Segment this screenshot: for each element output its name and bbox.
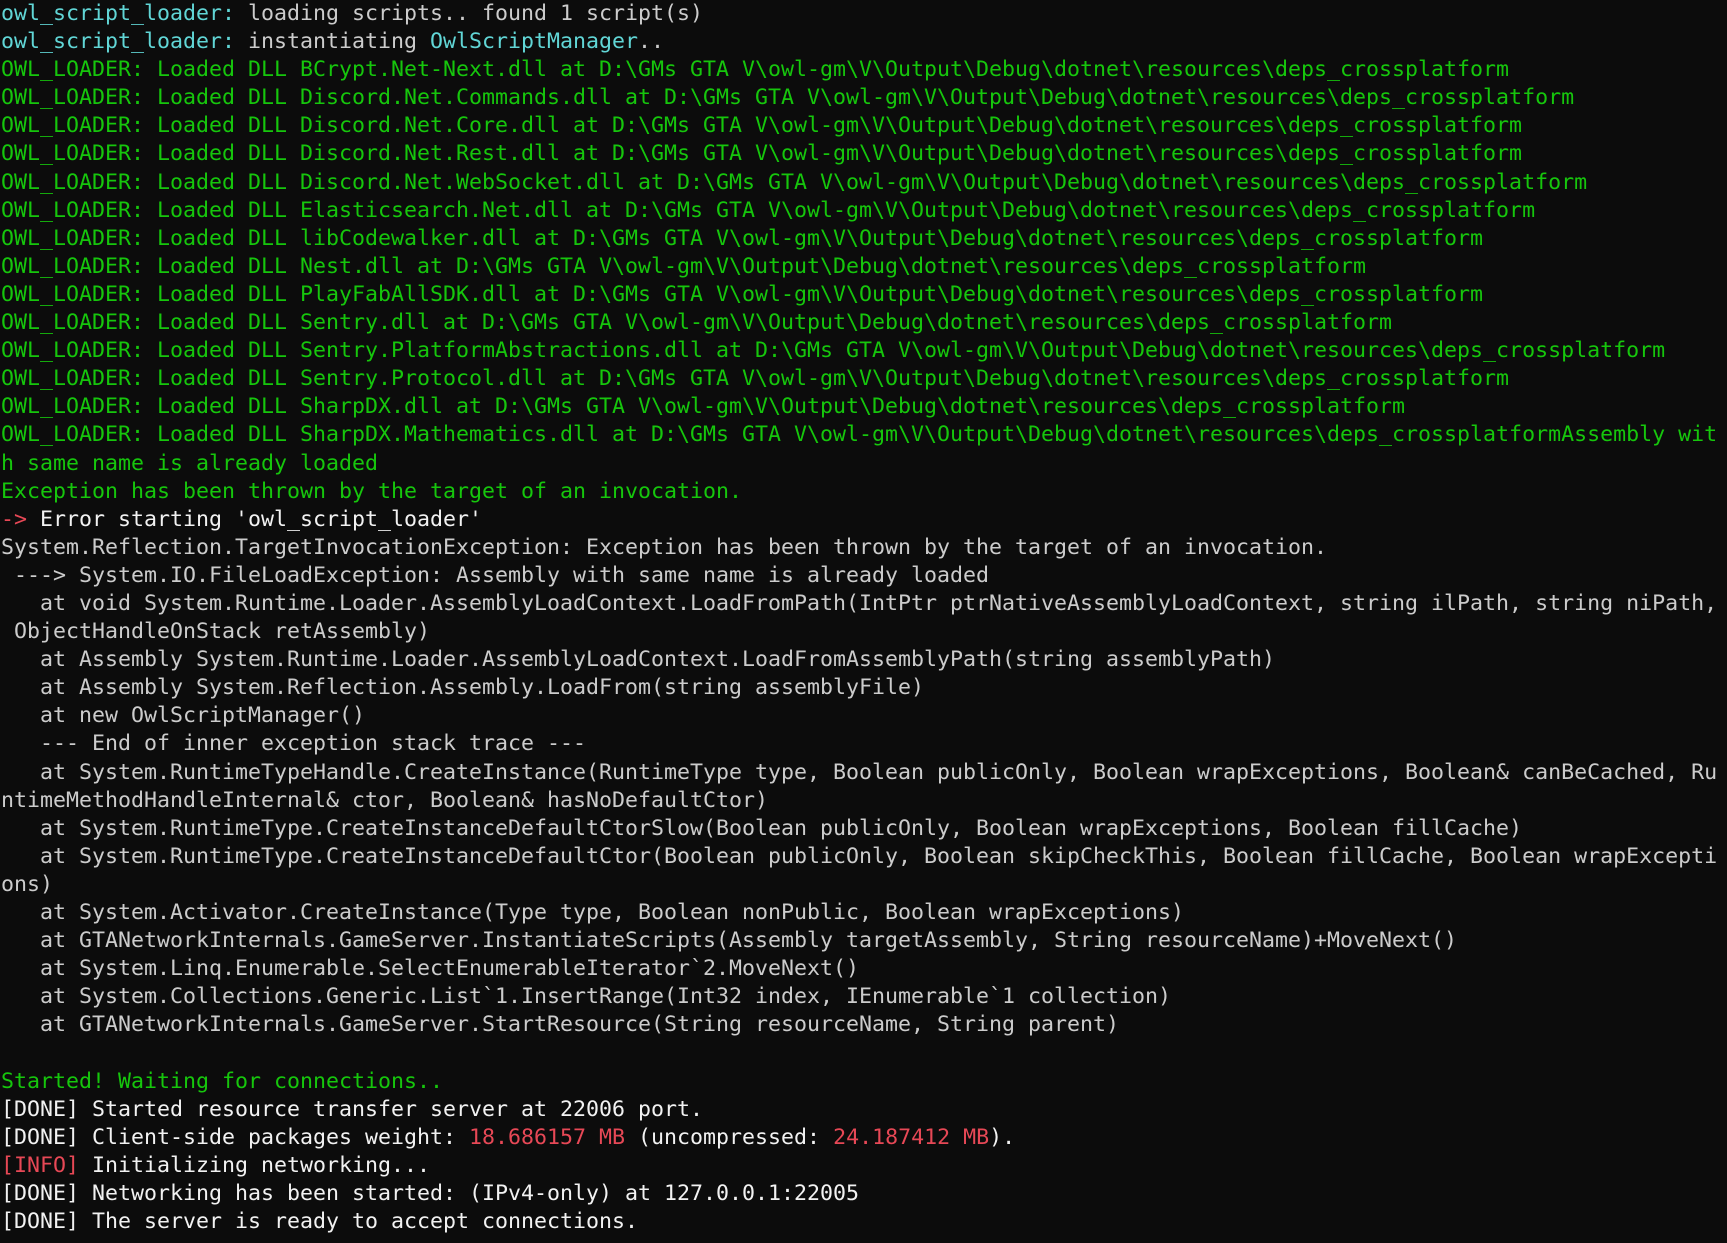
console-line: OWL_LOADER: Loaded DLL PlayFabAllSDK.dll…: [1, 281, 1727, 309]
console-text: at System.RuntimeType.CreateInstanceDefa…: [1, 815, 1523, 841]
console-line: Exception has been thrown by the target …: [1, 478, 1727, 506]
console-text: OWL_LOADER: Loaded DLL Discord.Net.WebSo…: [1, 169, 1588, 195]
console-line: at System.Activator.CreateInstance(Type …: [1, 899, 1727, 927]
console-line: OWL_LOADER: Loaded DLL BCrypt.Net-Next.d…: [1, 56, 1727, 84]
console-text: at System.RuntimeType.CreateInstanceDefa…: [1, 843, 1718, 869]
console-text: at Assembly System.Runtime.Loader.Assemb…: [1, 647, 1276, 673]
console-text: Exception has been thrown by the target …: [1, 478, 743, 504]
console-text: ->: [1, 506, 28, 532]
console-line: OWL_LOADER: Loaded DLL Sentry.PlatformAb…: [1, 337, 1727, 365]
console-text: [INFO]: [1, 1152, 80, 1178]
console-text: OWL_LOADER: Loaded DLL Sentry.PlatformAb…: [1, 338, 1666, 364]
console-text: at GTANetworkInternals.GameServer.Instan…: [1, 928, 1458, 954]
console-text: OWL_LOADER: Loaded DLL Sentry.Protocol.d…: [1, 366, 1510, 392]
console-line: OWL_LOADER: Loaded DLL Elasticsearch.Net…: [1, 197, 1727, 225]
console-line: ntimeMethodHandleInternal& ctor, Boolean…: [1, 787, 1727, 815]
console-text: at System.Linq.Enumerable.SelectEnumerab…: [1, 956, 860, 982]
console-line: at Assembly System.Reflection.Assembly.L…: [1, 674, 1727, 702]
console-line: at GTANetworkInternals.GameServer.StartR…: [1, 1011, 1727, 1039]
console-text: [DONE] The server is ready to accept con…: [1, 1209, 639, 1235]
console-line: at void System.Runtime.Loader.AssemblyLo…: [1, 590, 1727, 618]
console-text: owl_script_loader:: [1, 29, 236, 55]
console-text: 18.686157 MB: [469, 1124, 626, 1150]
console-text: at System.RuntimeTypeHandle.CreateInstan…: [1, 759, 1718, 785]
console-text: at void System.Runtime.Loader.AssemblyLo…: [1, 590, 1718, 616]
console-text: h same name is already loaded: [1, 450, 379, 476]
console-line: OWL_LOADER: Loaded DLL Discord.Net.Rest.…: [1, 140, 1727, 168]
console-line: [DONE] Started resource transfer server …: [1, 1096, 1727, 1124]
console-text: Error starting 'owl_script_loader': [27, 506, 483, 532]
console-text: at GTANetworkInternals.GameServer.StartR…: [1, 1012, 1120, 1038]
console-text: at System.Activator.CreateInstance(Type …: [1, 900, 1185, 925]
console-line: at new OwlScriptManager(): [1, 702, 1727, 730]
console-text: at Assembly System.Reflection.Assembly.L…: [1, 675, 925, 701]
console-text: [DONE] Started resource transfer server …: [1, 1096, 704, 1122]
console-text: OWL_LOADER: Loaded DLL Discord.Net.Rest.…: [1, 141, 1523, 167]
console-line: --- End of inner exception stack trace -…: [1, 730, 1727, 758]
console-line: OWL_LOADER: Loaded DLL SharpDX.Mathemati…: [1, 421, 1727, 449]
console-text: at System.Collections.Generic.List`1.Ins…: [1, 984, 1172, 1010]
console-line: at System.Linq.Enumerable.SelectEnumerab…: [1, 955, 1727, 983]
console-line: at System.RuntimeTypeHandle.CreateInstan…: [1, 759, 1727, 787]
console-line: OWL_LOADER: Loaded DLL Discord.Net.Comma…: [1, 84, 1727, 112]
console-text: System.Reflection.TargetInvocationExcept…: [1, 534, 1328, 560]
console-line: at GTANetworkInternals.GameServer.Instan…: [1, 927, 1727, 955]
console-line: OWL_LOADER: Loaded DLL Nest.dll at D:\GM…: [1, 253, 1727, 281]
console-line: OWL_LOADER: Loaded DLL Sentry.dll at D:\…: [1, 309, 1727, 337]
console-text: OWL_LOADER: Loaded DLL Elasticsearch.Net…: [1, 197, 1536, 223]
console-line: OWL_LOADER: Loaded DLL SharpDX.dll at D:…: [1, 393, 1727, 421]
console-line: [DONE] Client-side packages weight: 18.6…: [1, 1124, 1727, 1152]
console-output[interactable]: owl_script_loader: loading scripts.. fou…: [0, 0, 1727, 1243]
console-text: (uncompressed:: [625, 1124, 834, 1150]
console-line: h same name is already loaded: [1, 450, 1727, 478]
console-text: OWL_LOADER: Loaded DLL Discord.Net.Comma…: [1, 85, 1575, 111]
console-line: System.Reflection.TargetInvocationExcept…: [1, 534, 1727, 562]
console-text: ons): [1, 871, 54, 897]
console-text: ).: [989, 1124, 1016, 1150]
console-line: OWL_LOADER: Loaded DLL libCodewalker.dll…: [1, 225, 1727, 253]
console-text: loading scripts.. found 1 script(s): [235, 1, 704, 26]
console-line: at System.Collections.Generic.List`1.Ins…: [1, 983, 1727, 1011]
console-line: owl_script_loader: loading scripts.. fou…: [1, 0, 1727, 28]
console-text: OWL_LOADER: Loaded DLL Sentry.dll at D:\…: [1, 310, 1393, 336]
console-line: OWL_LOADER: Loaded DLL Sentry.Protocol.d…: [1, 365, 1727, 393]
console-text: OWL_LOADER: Loaded DLL PlayFabAllSDK.dll…: [1, 281, 1484, 307]
console-text: ---> System.IO.FileLoadException: Assemb…: [1, 562, 990, 588]
console-line: ons): [1, 871, 1727, 899]
console-text: OWL_LOADER: Loaded DLL Nest.dll at D:\GM…: [1, 253, 1367, 279]
console-text: ObjectHandleOnStack retAssembly): [1, 619, 431, 645]
console-line: OWL_LOADER: Loaded DLL Discord.Net.Core.…: [1, 112, 1727, 140]
console-text: owl_script_loader:: [1, 1, 236, 26]
console-line: ---> System.IO.FileLoadException: Assemb…: [1, 562, 1727, 590]
console-text: [DONE] Client-side packages weight:: [1, 1124, 470, 1150]
console-text: ntimeMethodHandleInternal& ctor, Boolean…: [1, 787, 769, 813]
console-text: OWL_LOADER: Loaded DLL SharpDX.Mathemati…: [1, 422, 1718, 448]
console-text: OWL_LOADER: Loaded DLL SharpDX.dll at D:…: [1, 394, 1406, 420]
console-text: ..: [638, 29, 665, 55]
console-text: OWL_LOADER: Loaded DLL Discord.Net.Core.…: [1, 113, 1523, 139]
console-text: Initializing networking...: [79, 1152, 431, 1178]
console-text: at new OwlScriptManager(): [1, 703, 366, 729]
console-line: at System.RuntimeType.CreateInstanceDefa…: [1, 815, 1727, 843]
console-line: owl_script_loader: instantiating OwlScri…: [1, 28, 1727, 56]
console-text: instantiating: [235, 29, 431, 55]
console-text: Started! Waiting for connections..: [1, 1068, 444, 1094]
console-line: at Assembly System.Runtime.Loader.Assemb…: [1, 646, 1727, 674]
console-line: [DONE] Networking has been started: (IPv…: [1, 1180, 1727, 1208]
console-text: OWL_LOADER: Loaded DLL BCrypt.Net-Next.d…: [1, 57, 1510, 83]
console-line: at System.RuntimeType.CreateInstanceDefa…: [1, 843, 1727, 871]
console-line: ObjectHandleOnStack retAssembly): [1, 618, 1727, 646]
console-text: --- End of inner exception stack trace -…: [1, 731, 587, 757]
console-text: OWL_LOADER: Loaded DLL libCodewalker.dll…: [1, 225, 1484, 251]
console-line: -> Error starting 'owl_script_loader': [1, 506, 1727, 534]
console-line: [DONE] The server is ready to accept con…: [1, 1208, 1727, 1236]
console-text: [DONE] Networking has been started: (IPv…: [1, 1180, 860, 1206]
console-line: Started! Waiting for connections..: [1, 1068, 1727, 1096]
console-text: OwlScriptManager: [430, 29, 639, 55]
console-text: 24.187412 MB: [833, 1124, 990, 1150]
console-line: [INFO] Initializing networking...: [1, 1152, 1727, 1180]
console-line: OWL_LOADER: Loaded DLL Discord.Net.WebSo…: [1, 169, 1727, 197]
